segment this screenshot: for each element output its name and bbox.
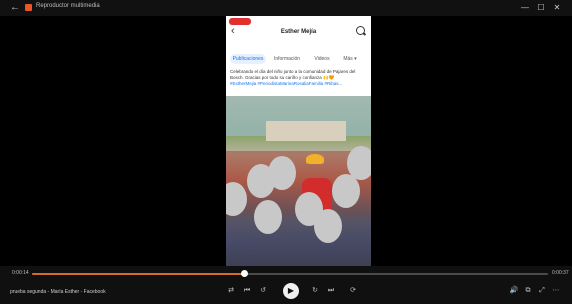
face-blur xyxy=(347,146,371,180)
cast-icon[interactable]: ⧉ xyxy=(522,285,534,297)
more-icon[interactable]: ⋯ xyxy=(550,285,562,297)
media-title: prueba segunda - María Esther - Facebook xyxy=(10,289,106,295)
back-arrow-icon[interactable]: ← xyxy=(10,2,20,13)
maximize-icon[interactable]: ☐ xyxy=(534,2,548,13)
seek-bar-fill xyxy=(32,273,244,275)
repeat-icon[interactable]: ⟳ xyxy=(347,285,359,297)
facebook-header: ‹ Esther Mejía Publicaciones Información… xyxy=(226,16,371,96)
time-total: 0:00:37 xyxy=(552,270,569,276)
rewind-10-icon[interactable]: ↺ xyxy=(257,285,269,297)
fb-page-name: Esther Mejía xyxy=(280,29,317,35)
fb-search-icon xyxy=(356,26,365,35)
fb-caption-text: Celebrando el día del niño junto a la co… xyxy=(230,69,356,80)
fb-tab-publicaciones: Publicaciones xyxy=(230,54,266,64)
next-icon[interactable]: ⏭ xyxy=(325,285,337,297)
fb-caption-hashtags: #EstherMejia #PeriodistaMarinaRosaliaFam… xyxy=(230,81,343,86)
fb-tab-mas: Más ▾ xyxy=(343,56,357,62)
seek-bar[interactable] xyxy=(32,270,548,277)
video-frame: ‹ Esther Mejía Publicaciones Información… xyxy=(226,16,371,289)
face-blur xyxy=(314,209,342,243)
status-pill xyxy=(229,18,251,25)
fb-tabs: Publicaciones Información Videos Más ▾ xyxy=(230,54,368,64)
face-blur xyxy=(254,200,282,234)
volume-icon[interactable]: 🔊 xyxy=(508,285,520,297)
shuffle-icon[interactable]: ⇄ xyxy=(225,285,237,297)
time-current: 0:00:14 xyxy=(12,270,29,276)
app-icon xyxy=(25,4,32,11)
window-title: Reproductor multimedia xyxy=(36,3,100,9)
fb-tab-informacion: Información xyxy=(273,56,301,62)
previous-icon[interactable]: ⏮ xyxy=(241,285,253,297)
seek-handle[interactable] xyxy=(240,270,248,277)
player-controls: 0:00:14 0:00:37 prueba segunda - María E… xyxy=(0,266,572,304)
fb-tab-videos: Videos xyxy=(314,56,330,62)
title-bar: ← Reproductor multimedia — ☐ ✕ xyxy=(0,0,572,16)
play-button[interactable]: ▶ xyxy=(283,283,299,299)
face-blur xyxy=(268,156,296,190)
close-icon[interactable]: ✕ xyxy=(550,2,564,13)
yellow-hat xyxy=(306,154,324,164)
forward-30-icon[interactable]: ↻ xyxy=(309,285,321,297)
event-photo xyxy=(226,96,371,289)
fb-caption: Celebrando el día del niño junto a la co… xyxy=(230,69,356,86)
minimize-icon[interactable]: — xyxy=(518,2,532,13)
video-area[interactable]: ‹ Esther Mejía Publicaciones Información… xyxy=(8,16,564,289)
fullscreen-icon[interactable]: ⤢ xyxy=(536,285,548,297)
